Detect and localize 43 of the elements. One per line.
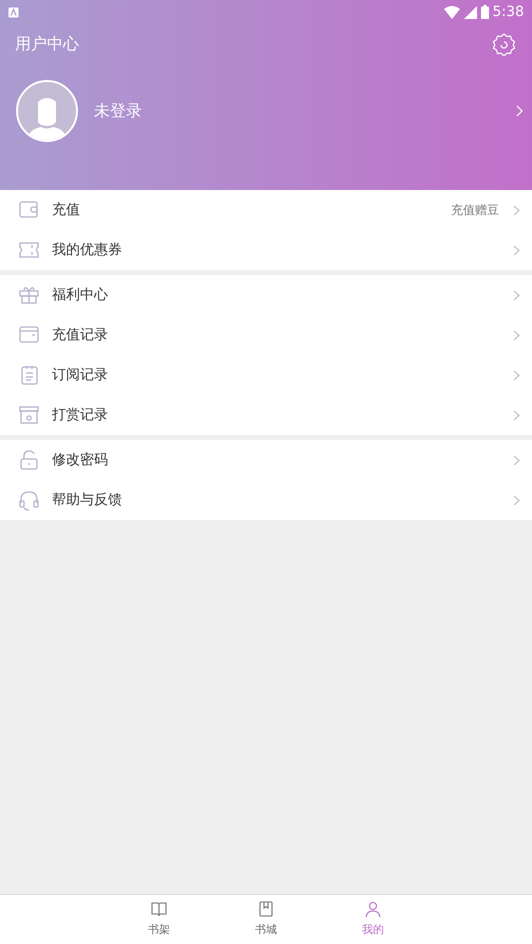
chevron-right-icon <box>513 290 520 300</box>
settings-icon[interactable] <box>492 32 516 56</box>
menu-item[interactable]: 我的优惠券 <box>0 230 532 270</box>
menu-item[interactable]: 充值记录 <box>0 315 532 355</box>
chevron-right-icon <box>513 494 520 506</box>
menu-label: 打赏记录 <box>52 406 108 424</box>
signal-icon <box>464 6 477 18</box>
menu-item[interactable]: 修改密码 <box>0 440 532 480</box>
menu-label: 充值 <box>52 200 80 220</box>
notification-icon <box>8 6 19 18</box>
chevron-right-icon <box>513 454 520 466</box>
menu-item[interactable]: 福利中心 <box>0 275 532 315</box>
menu-label: 修改密码 <box>52 450 108 470</box>
open-book-icon <box>150 900 168 918</box>
menu-label: 充值记录 <box>52 326 108 344</box>
tab[interactable]: 我的 <box>320 895 426 944</box>
tab[interactable]: 书城 <box>212 895 320 944</box>
chevron-right-icon <box>513 244 520 256</box>
bookmark-icon <box>257 900 275 918</box>
menu-label: 福利中心 <box>52 286 108 304</box>
gift-icon <box>18 284 40 306</box>
chevron-right-icon[interactable] <box>516 105 524 117</box>
chevron-right-icon <box>513 370 520 380</box>
menu-item[interactable]: 充值 充值赠豆 <box>0 190 532 230</box>
chevron-right-icon <box>513 204 520 216</box>
menu-label: 订阅记录 <box>52 366 108 384</box>
chevron-right-icon <box>513 410 520 420</box>
battery-icon <box>480 5 489 19</box>
menu-item[interactable]: 订阅记录 <box>0 355 532 395</box>
page-title: 用户中心 <box>14 33 80 55</box>
person-icon <box>364 900 382 918</box>
lock-icon <box>18 449 40 471</box>
headset-icon <box>18 489 40 511</box>
clock-time: 5:38 <box>492 2 524 22</box>
menu-item[interactable]: 打赏记录 <box>0 395 532 435</box>
menu-label: 我的优惠券 <box>52 240 122 260</box>
wifi-icon <box>444 6 460 18</box>
menu-note: 充值赠豆 <box>451 202 499 219</box>
menu-label: 帮助与反馈 <box>52 490 122 510</box>
tab[interactable]: 书架 <box>106 895 212 944</box>
menu-item[interactable]: 帮助与反馈 <box>0 480 532 520</box>
chevron-right-icon <box>513 330 520 340</box>
box-icon <box>18 404 40 426</box>
